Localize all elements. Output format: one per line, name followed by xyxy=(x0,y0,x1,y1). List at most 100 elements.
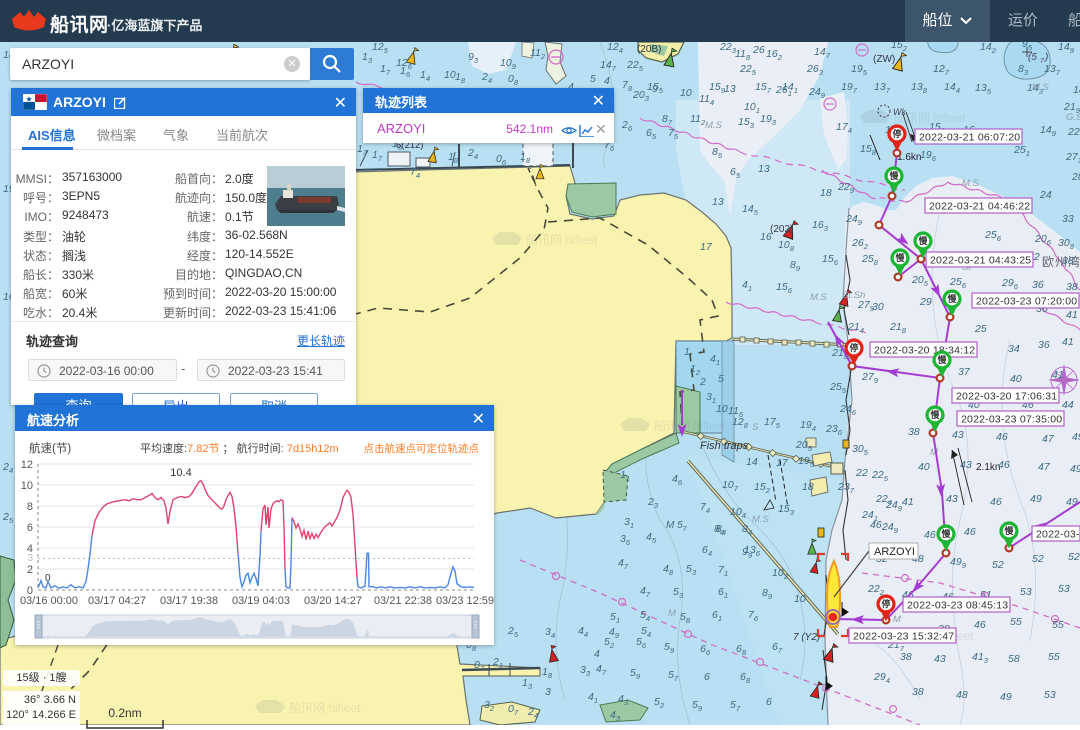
svg-text:46: 46 xyxy=(998,459,1010,471)
svg-text:24: 24 xyxy=(1039,189,1052,201)
svg-text:49: 49 xyxy=(1070,463,1080,475)
svg-text:03/16 00:00: 03/16 00:00 xyxy=(20,595,78,607)
svg-text:46: 46 xyxy=(974,619,986,631)
svg-text:(5: (5 xyxy=(1028,52,1037,63)
svg-text:29: 29 xyxy=(919,296,932,308)
svg-text:慢: 慢 xyxy=(895,252,905,263)
svg-text:5: 5 xyxy=(718,373,724,385)
svg-text:5: 5 xyxy=(590,73,596,85)
svg-text:03/19 04:03: 03/19 04:03 xyxy=(232,595,290,607)
svg-text:8: 8 xyxy=(27,501,33,513)
svg-text:14: 14 xyxy=(746,456,758,468)
svg-text:2022-03-21 04:43:25: 2022-03-21 04:43:25 xyxy=(930,255,1031,267)
svg-text:43: 43 xyxy=(952,429,964,441)
svg-text:停: 停 xyxy=(892,128,901,139)
svg-text:43: 43 xyxy=(946,493,958,505)
svg-text:停: 停 xyxy=(849,342,858,353)
svg-text:M.S: M.S xyxy=(810,292,828,303)
svg-text:49: 49 xyxy=(1030,493,1042,505)
svg-text:M.S: M.S xyxy=(752,514,770,525)
svg-text:49: 49 xyxy=(1072,431,1080,443)
svg-text:33: 33 xyxy=(1062,213,1074,225)
svg-text:47: 47 xyxy=(1042,433,1055,445)
svg-text:182: 182 xyxy=(1073,84,1080,98)
svg-text:26: 26 xyxy=(752,44,765,56)
svg-text:48: 48 xyxy=(956,689,968,701)
svg-text:慢: 慢 xyxy=(930,409,940,420)
svg-text:38: 38 xyxy=(908,426,920,438)
svg-text:43: 43 xyxy=(960,459,972,471)
svg-text:53: 53 xyxy=(1058,583,1070,595)
svg-text:慢: 慢 xyxy=(918,235,928,246)
svg-text:40: 40 xyxy=(1010,373,1022,385)
svg-text:4: 4 xyxy=(594,648,600,660)
svg-text:44: 44 xyxy=(1062,399,1074,411)
svg-text:欧州湾: 欧州湾 xyxy=(1042,254,1080,269)
svg-text:13: 13 xyxy=(724,83,736,95)
svg-text:(ZW): (ZW) xyxy=(873,54,895,65)
svg-text:46: 46 xyxy=(996,431,1008,443)
svg-text:2022-03-21 04:46:22: 2022-03-21 04:46:22 xyxy=(929,201,1030,213)
svg-text:10: 10 xyxy=(21,480,33,492)
svg-text:10.4: 10.4 xyxy=(170,467,191,479)
svg-text:慢: 慢 xyxy=(1004,525,1014,536)
svg-text:52: 52 xyxy=(992,559,1004,571)
svg-text:2022-03-20 18:34:12: 2022-03-20 18:34:12 xyxy=(874,345,975,357)
svg-text:03/17 19:38: 03/17 19:38 xyxy=(160,595,218,607)
svg-text:38: 38 xyxy=(912,686,924,698)
svg-text:1: 1 xyxy=(684,346,690,358)
svg-text:17: 17 xyxy=(700,241,713,253)
svg-text:2022-03-23 07:20:00: 2022-03-23 07:20:00 xyxy=(976,296,1077,308)
svg-text:7 (Y2): 7 (Y2) xyxy=(793,632,820,643)
svg-text:2022-03-23 07:35:00: 2022-03-23 07:35:00 xyxy=(961,414,1062,426)
svg-text:10: 10 xyxy=(794,593,806,605)
svg-text:4: 4 xyxy=(604,75,610,87)
svg-text:6: 6 xyxy=(704,671,710,683)
svg-text:S: S xyxy=(752,422,759,433)
svg-text:10: 10 xyxy=(680,87,692,99)
svg-text:13: 13 xyxy=(758,163,770,175)
svg-text:慢: 慢 xyxy=(937,354,947,365)
svg-text:12: 12 xyxy=(21,459,33,471)
svg-text:41: 41 xyxy=(902,496,914,508)
svg-text:43: 43 xyxy=(934,653,946,665)
svg-text:St.Sh: St.Sh xyxy=(842,290,865,301)
svg-text:53: 53 xyxy=(1044,689,1056,701)
svg-text:2022-03-20 17:06:31: 2022-03-20 17:06:31 xyxy=(956,391,1057,403)
svg-text:16: 16 xyxy=(760,231,772,243)
svg-text:52: 52 xyxy=(1032,553,1044,565)
svg-text:6: 6 xyxy=(766,696,772,708)
svg-text:52: 52 xyxy=(1068,551,1080,563)
svg-text:M.S: M.S xyxy=(705,120,723,131)
svg-text:点击航速点可定位轨迹点: 点击航速点可定位轨迹点 xyxy=(364,442,480,455)
svg-text:47: 47 xyxy=(1038,461,1051,473)
svg-text:46: 46 xyxy=(964,526,976,538)
svg-text:287: 287 xyxy=(1071,171,1080,185)
svg-text:30: 30 xyxy=(872,301,884,313)
svg-text:G.S: G.S xyxy=(1066,112,1080,123)
svg-text:船讯网 hifleet: 船讯网 hifleet xyxy=(526,233,598,247)
svg-text:2: 2 xyxy=(27,564,33,576)
svg-text:M.S: M.S xyxy=(962,178,980,189)
svg-text:17: 17 xyxy=(776,457,789,469)
svg-text:13: 13 xyxy=(712,196,724,208)
svg-text:慢: 慢 xyxy=(889,170,899,181)
svg-text:M.S: M.S xyxy=(1032,82,1050,93)
svg-text:停: 停 xyxy=(881,598,890,609)
svg-text:22: 22 xyxy=(855,467,868,479)
svg-text:41: 41 xyxy=(1052,369,1064,381)
svg-text:2: 2 xyxy=(699,376,706,388)
svg-text:10: 10 xyxy=(716,403,728,415)
svg-text:2022-03-23 08:45:13: 2022-03-23 08:45:13 xyxy=(907,600,1008,612)
svg-text:38: 38 xyxy=(1066,281,1078,293)
svg-text:41: 41 xyxy=(1062,336,1074,348)
svg-text:6: 6 xyxy=(27,522,33,534)
svg-text:18: 18 xyxy=(802,481,814,493)
svg-text:4: 4 xyxy=(27,543,33,555)
svg-text:03/17 04:27: 03/17 04:27 xyxy=(88,595,146,607)
svg-text:03/23 12:59: 03/23 12:59 xyxy=(436,595,494,607)
svg-text:2.1kn: 2.1kn xyxy=(976,462,1000,473)
svg-text:36: 36 xyxy=(1038,339,1050,351)
svg-text:船讯网 hifleet: 船讯网 hifleet xyxy=(654,419,726,433)
svg-text:(20B): (20B) xyxy=(637,44,661,55)
